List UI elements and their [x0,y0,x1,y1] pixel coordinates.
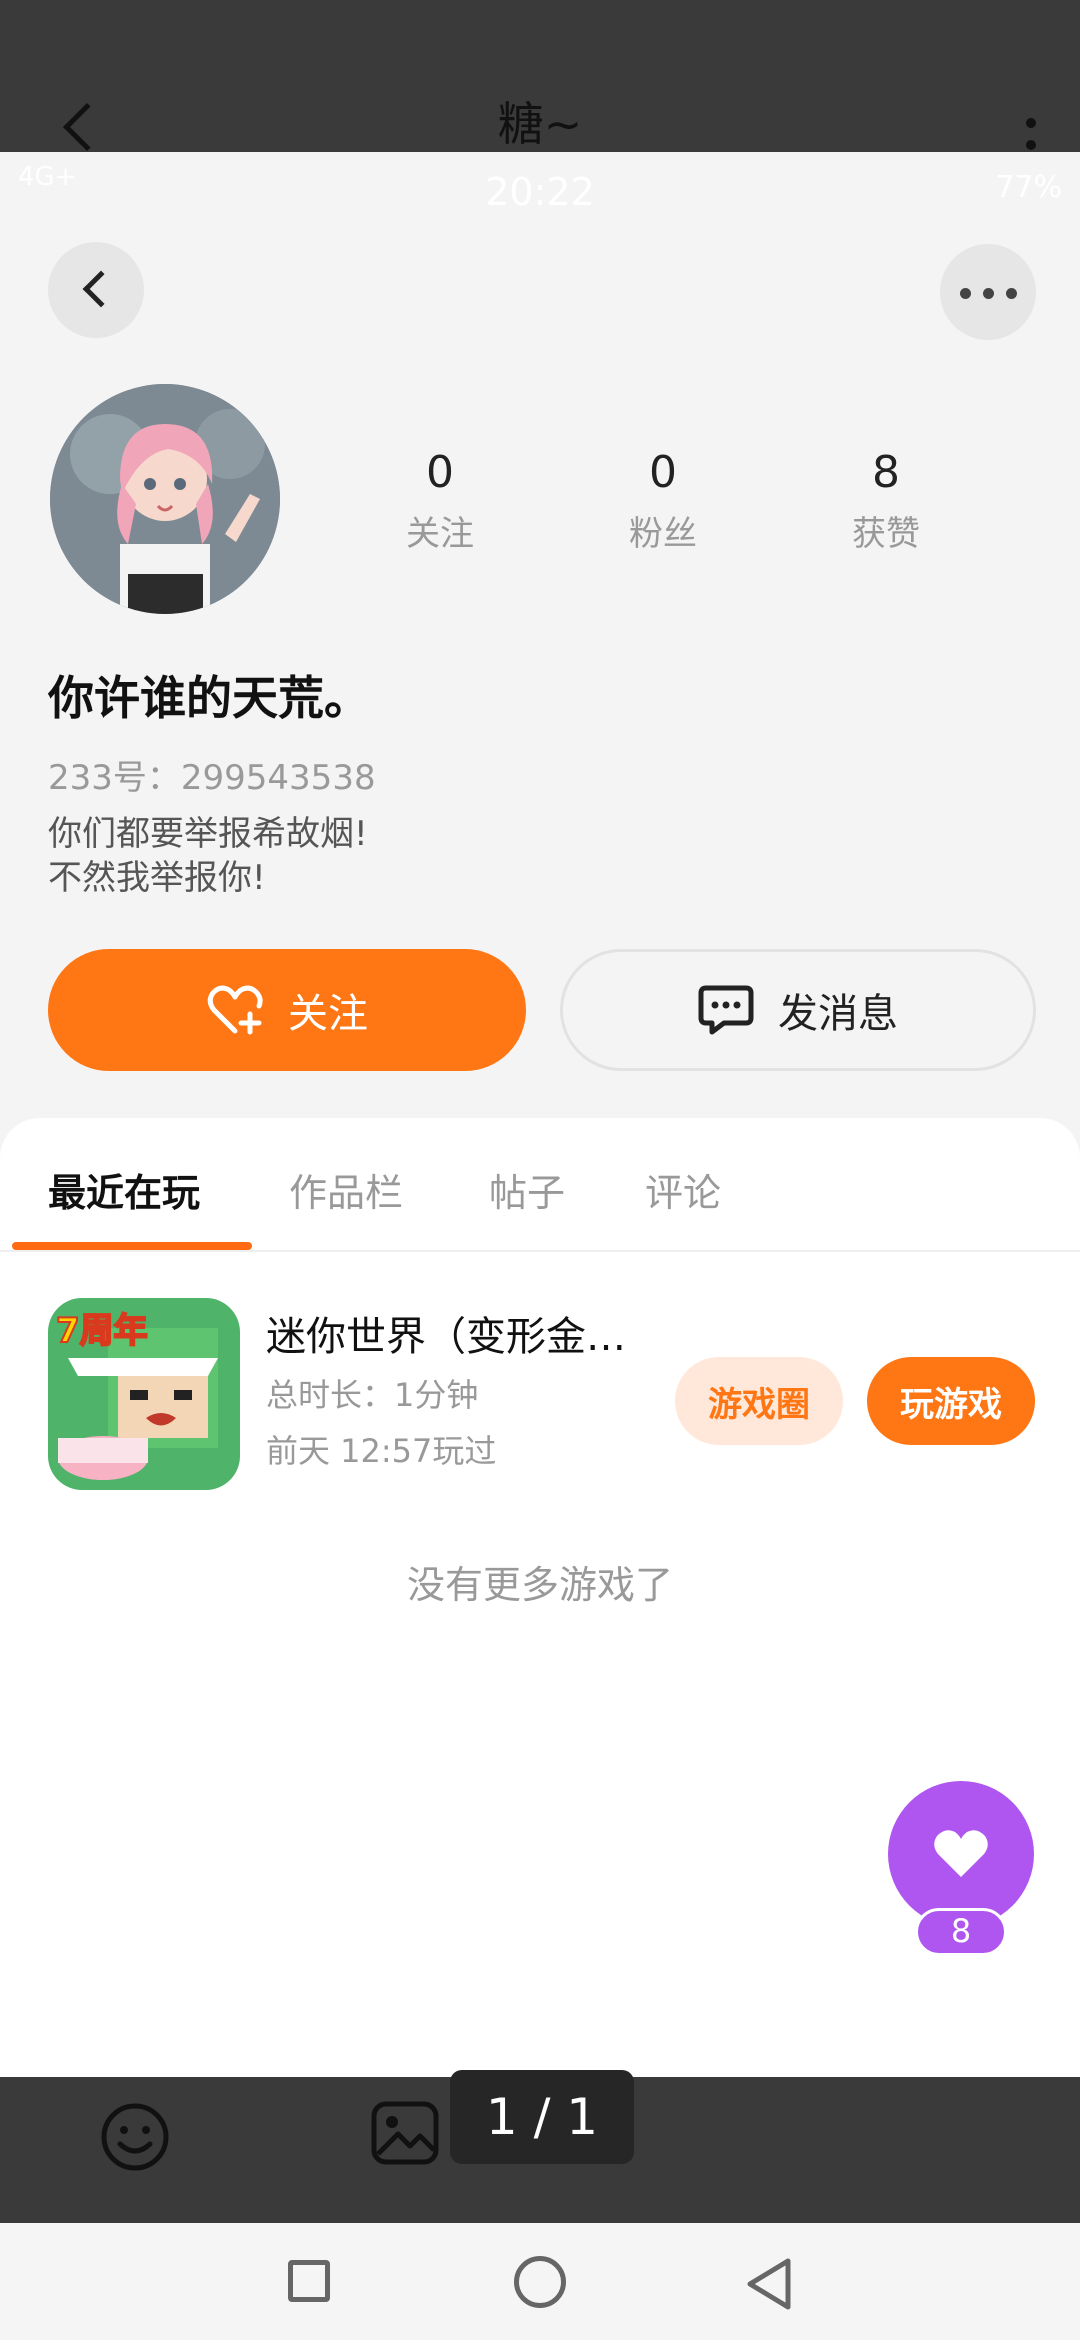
emoji-icon[interactable] [100,2102,170,2172]
tab-comments[interactable]: 评论 [645,1162,721,1217]
game-icon[interactable]: 7周年 [48,1298,240,1490]
game-list-item[interactable]: 7周年 迷你世界（变形金… 总时长：1分钟 前天 12:57玩过 游戏圈 玩游戏 [0,1250,1080,1490]
likes-received-label: 获赞 [852,514,920,554]
more-icon [960,288,971,299]
following-stat[interactable]: 0 关注 [360,447,520,555]
chat-icon [698,985,754,1035]
viewer-header: 糖~ [0,0,1080,172]
viewer-title: 糖~ [497,97,583,151]
heart-plus-icon [207,985,263,1035]
user-id: 233号：299543538 [48,758,376,798]
follow-button[interactable]: 关注 [48,949,526,1071]
more-button[interactable] [940,244,1036,340]
avatar[interactable] [50,384,280,614]
play-game-button[interactable]: 玩游戏 [867,1357,1035,1445]
image-icon[interactable] [370,2098,440,2168]
active-tab-indicator [12,1242,252,1250]
bio-line: 不然我举报你! [48,858,266,898]
follow-label: 关注 [288,991,368,1037]
send-message-button[interactable]: 发消息 [560,949,1036,1071]
battery-text: 77% [995,170,1062,205]
tab-works[interactable]: 作品栏 [289,1162,403,1217]
game-badge: 7周年 [56,1311,148,1351]
heart-icon [934,1830,988,1877]
profile-screen: 4G+ 20:22 77% 0 关注 0 粉丝 8 获赞 你许谁的天荒。 233… [0,152,1080,2077]
no-more-games-hint: 没有更多游戏了 [406,1563,673,1607]
back-icon [82,270,120,308]
fans-label: 粉丝 [629,514,697,554]
nav-back-icon[interactable] [744,2256,794,2312]
status-time: 20:22 [485,170,595,214]
tab-bar: 最近在玩 作品栏 帖子 评论 [0,1118,1080,1252]
nickname: 你许谁的天荒。 [48,671,370,725]
fans-count: 0 [649,447,677,498]
game-last-played: 前天 12:57玩过 [266,1432,497,1470]
tab-recent-play[interactable]: 最近在玩 [48,1162,200,1217]
nav-home-icon[interactable] [514,2256,566,2308]
likes-stat[interactable]: 8 获赞 [806,447,966,555]
game-duration: 总时长：1分钟 [266,1376,479,1414]
likes-received-count: 8 [872,447,900,498]
fans-stat[interactable]: 0 粉丝 [583,447,743,555]
like-button[interactable] [888,1781,1034,1927]
status-bar: 4G+ 20:22 77% [0,152,1080,227]
game-circle-button[interactable]: 游戏圈 [675,1357,843,1445]
page-indicator: 1 / 1 [450,2070,634,2164]
following-label: 关注 [406,514,474,554]
nav-recent-icon[interactable] [288,2260,330,2302]
tab-posts[interactable]: 帖子 [489,1162,565,1217]
bio: 你们都要举报希故烟! 不然我举报你! [48,812,368,900]
bio-line: 你们都要举报希故烟! [48,814,368,854]
game-title: 迷你世界（变形金… [266,1314,626,1360]
send-message-label: 发消息 [778,991,898,1037]
back-button[interactable] [48,242,144,338]
like-count-badge: 8 [915,1908,1007,1956]
following-count: 0 [426,447,454,498]
